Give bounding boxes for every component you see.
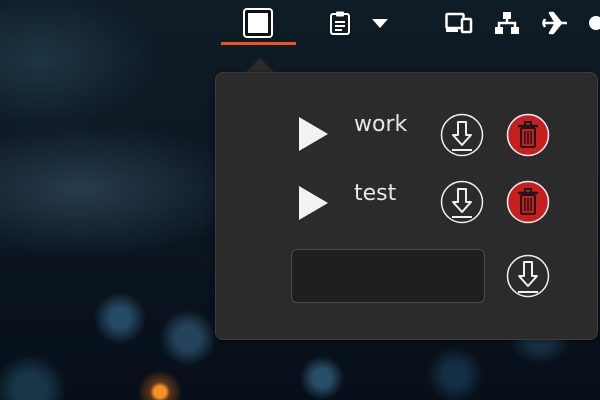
session-label-work: work: [354, 112, 408, 137]
square-app-icon[interactable]: [240, 7, 276, 39]
play-work-button[interactable]: [299, 117, 328, 151]
download-icon[interactable]: [440, 180, 484, 224]
download-icon[interactable]: [506, 249, 550, 298]
trash-icon[interactable]: [506, 113, 550, 157]
popup-arrow: [246, 58, 274, 72]
clipboard-icon[interactable]: [326, 7, 354, 39]
top-panel: [0, 0, 600, 46]
play-test-button[interactable]: [299, 186, 328, 220]
airplane-mode-icon[interactable]: [540, 7, 570, 39]
session-label-test: test: [354, 181, 397, 206]
network-icon[interactable]: [492, 7, 522, 39]
display-devices-icon[interactable]: [444, 7, 474, 39]
chevron-down-icon[interactable]: [368, 7, 392, 39]
new-session-input[interactable]: [291, 249, 485, 303]
active-indicator: [221, 42, 296, 45]
trash-icon[interactable]: [506, 180, 550, 224]
download-icon[interactable]: [440, 113, 484, 157]
status-dot-icon[interactable]: [588, 7, 600, 39]
